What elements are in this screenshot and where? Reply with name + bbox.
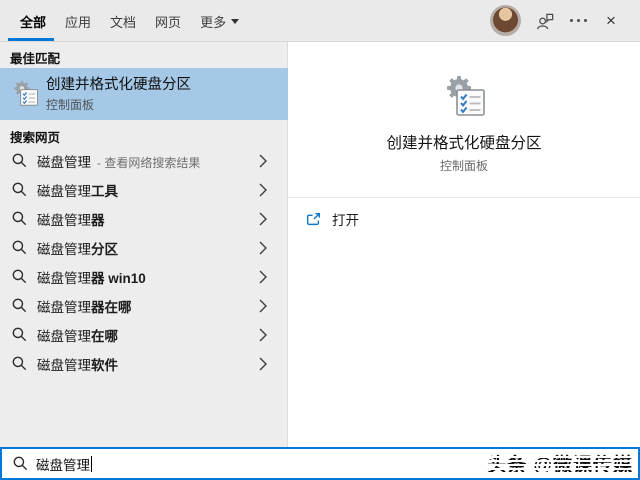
suggestion-completion: 器 <box>91 213 105 228</box>
suggestion-query: 磁盘管理 <box>37 155 91 170</box>
tab-more[interactable]: 更多 <box>200 12 239 31</box>
web-search-header: 搜索网页 <box>10 127 60 146</box>
web-suggestion-7[interactable]: 磁盘管理在哪 <box>0 320 288 349</box>
search-icon <box>12 298 27 313</box>
suggestion-query: 磁盘管理 <box>37 329 91 344</box>
selected-tab-indicator <box>8 38 54 41</box>
chevron-right-icon[interactable] <box>259 154 267 168</box>
preview-panel: 创建并格式化硬盘分区 控制面板 打开 <box>288 42 640 447</box>
search-icon <box>12 240 27 255</box>
best-match-item[interactable]: 创建并格式化硬盘分区 控制面板 <box>0 68 288 120</box>
web-suggestion-6[interactable]: 磁盘管理器在哪 <box>0 291 288 320</box>
preview-subtitle: 控制面板 <box>288 157 640 174</box>
chevron-right-icon[interactable] <box>259 299 267 313</box>
suggestion-completion: 软件 <box>91 358 118 373</box>
search-tab-bar: 全部 应用 文档 网页 更多 × <box>0 0 640 42</box>
search-icon <box>12 211 27 226</box>
web-suggestion-list: 磁盘管理- 查看网络搜索结果 磁盘管理工具 磁盘管理器 磁盘管理分区 磁盘管理器… <box>0 146 288 378</box>
close-icon[interactable]: × <box>606 9 616 33</box>
web-suggestion-5[interactable]: 磁盘管理器 win10 <box>0 262 288 291</box>
watermark-text: 头条 @微课传媒 <box>487 450 633 477</box>
web-suggestion-4[interactable]: 磁盘管理分区 <box>0 233 288 262</box>
text-cursor <box>91 456 92 472</box>
suggestion-query: 磁盘管理 <box>37 242 91 257</box>
chevron-right-icon[interactable] <box>259 357 267 371</box>
suggestion-completion: 工具 <box>91 184 118 199</box>
search-icon <box>12 182 27 197</box>
chevron-right-icon[interactable] <box>259 212 267 226</box>
suggestion-completion: 器 win10 <box>91 271 146 286</box>
tab-apps[interactable]: 应用 <box>65 12 91 31</box>
suggestion-query: 磁盘管理 <box>37 300 91 315</box>
web-suggestion-3[interactable]: 磁盘管理器 <box>0 204 288 233</box>
best-match-subtitle: 控制面板 <box>46 97 191 113</box>
search-icon <box>12 356 27 371</box>
user-avatar[interactable] <box>490 5 521 36</box>
preview-title: 创建并格式化硬盘分区 <box>288 131 640 153</box>
preview-divider <box>288 197 640 198</box>
suggestion-completion: 在哪 <box>91 329 118 344</box>
disk-management-icon-large <box>440 73 488 121</box>
chevron-right-icon[interactable] <box>259 241 267 255</box>
chevron-right-icon[interactable] <box>259 183 267 197</box>
suggestion-query: 磁盘管理 <box>37 213 91 228</box>
tab-more-label: 更多 <box>200 12 226 31</box>
tab-documents[interactable]: 文档 <box>110 12 136 31</box>
open-external-icon <box>306 212 321 227</box>
chevron-right-icon[interactable] <box>259 270 267 284</box>
search-query-text: 磁盘管理 <box>36 454 90 474</box>
chevron-down-icon <box>231 19 239 24</box>
suggestion-note: - 查看网络搜索结果 <box>97 156 200 170</box>
search-icon <box>13 456 28 471</box>
web-suggestion-2[interactable]: 磁盘管理工具 <box>0 175 288 204</box>
suggestion-query: 磁盘管理 <box>37 184 91 199</box>
search-icon <box>12 327 27 342</box>
open-label: 打开 <box>332 209 359 229</box>
suggestion-query: 磁盘管理 <box>37 358 91 373</box>
feedback-icon[interactable] <box>536 12 555 31</box>
chevron-right-icon[interactable] <box>259 328 267 342</box>
suggestion-completion: 器在哪 <box>91 300 132 315</box>
suggestion-query: 磁盘管理 <box>37 271 91 286</box>
tab-all[interactable]: 全部 <box>20 12 46 31</box>
search-icon <box>12 269 27 284</box>
open-action[interactable]: 打开 <box>306 209 359 229</box>
web-suggestion-8[interactable]: 磁盘管理软件 <box>0 349 288 378</box>
tab-web[interactable]: 网页 <box>155 12 181 31</box>
results-panel: 最佳匹配 创建并格式化硬盘分区 控制面板 搜索网页 磁盘管理 - 查看网络搜索结果… <box>0 42 288 447</box>
search-icon <box>12 153 27 168</box>
more-options-icon[interactable] <box>570 19 587 22</box>
disk-management-icon <box>10 79 40 109</box>
web-suggestion-1[interactable]: 磁盘管理 - 查看网络搜索结果 <box>0 146 288 175</box>
suggestion-completion: 分区 <box>91 242 118 257</box>
best-match-header: 最佳匹配 <box>10 48 60 67</box>
best-match-title: 创建并格式化硬盘分区 <box>46 76 191 95</box>
search-input[interactable]: 磁盘管理 头条 @微课传媒 <box>0 447 640 480</box>
